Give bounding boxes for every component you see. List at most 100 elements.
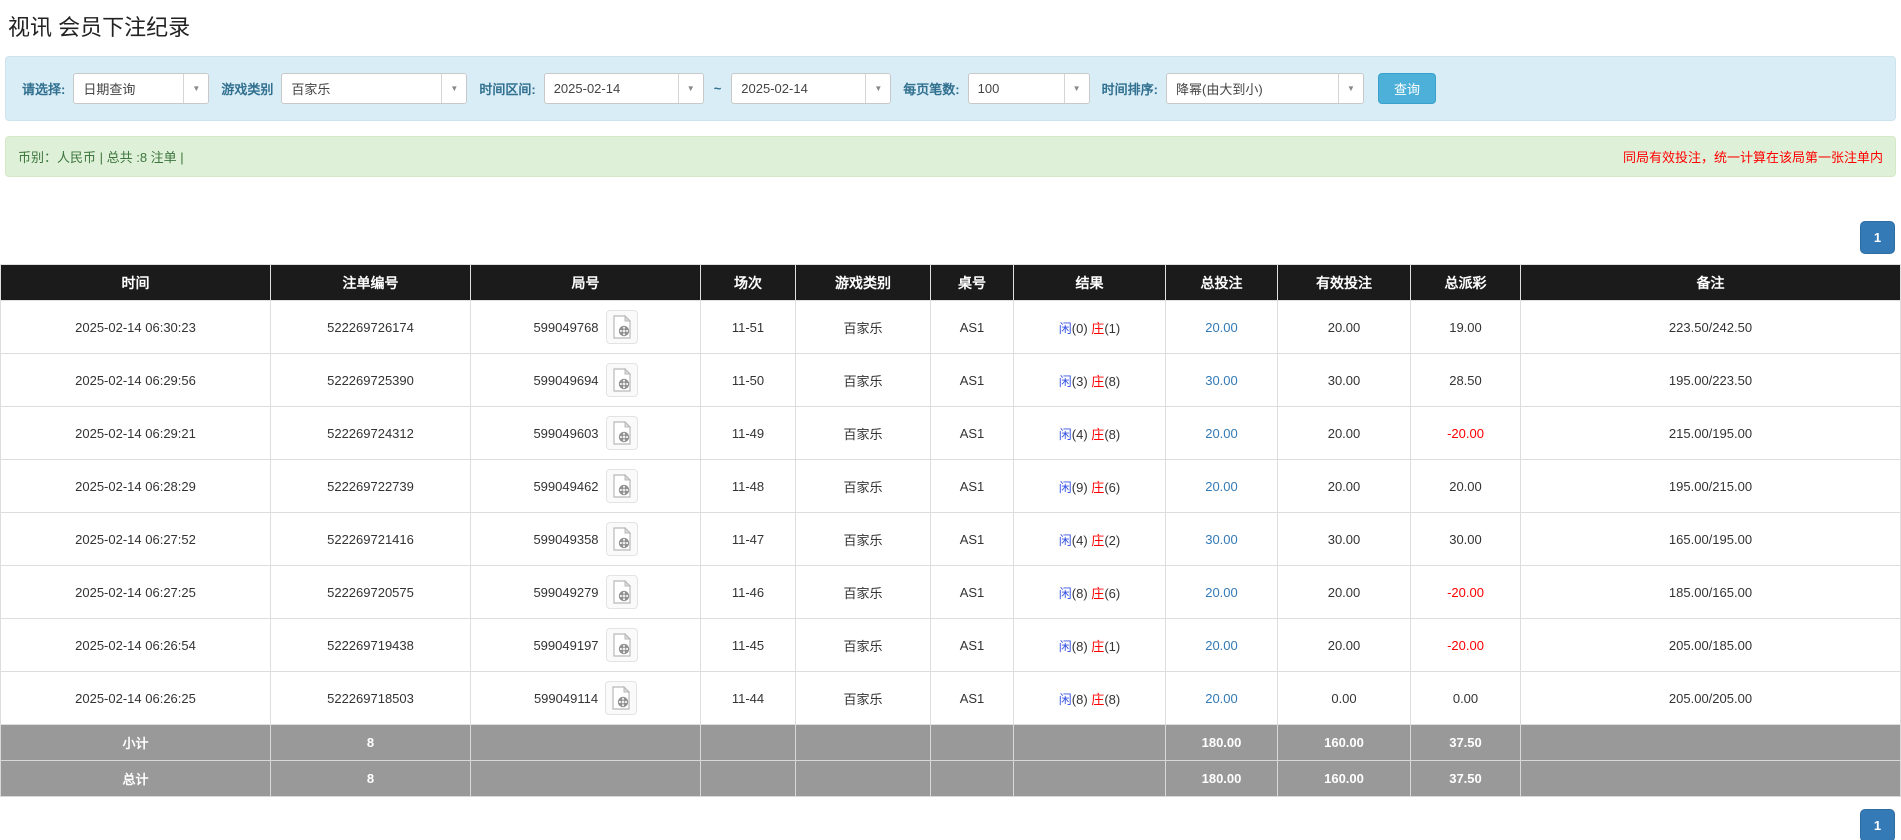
total-bet-link[interactable]: 20.00 [1205,691,1238,706]
video-replay-icon[interactable] [605,628,638,662]
bet-records-table: 时间 注单编号 局号 场次 游戏类别 桌号 结果 总投注 有效投注 总派彩 备注 2025-02-1… [0,264,1901,797]
page-1-button[interactable]: 1 [1860,221,1895,254]
chevron-down-icon[interactable]: ▼ [1063,74,1089,103]
cell-payout: 30.00 [1410,512,1521,566]
cell-result: 闲(4) 庄(2) [1013,512,1166,566]
footer-total-bet: 180.00 [1165,724,1278,761]
cell-session: 11-50 [700,353,796,407]
cell-round-id: 599049694 [470,353,701,407]
video-replay-icon[interactable] [605,681,638,715]
video-replay-icon[interactable] [605,310,638,344]
footer-valid-bet: 160.00 [1277,724,1411,761]
cell-valid-bet: 30.00 [1277,353,1411,407]
total-bet-link[interactable]: 20.00 [1205,426,1238,441]
cell-payout: -20.00 [1410,618,1521,672]
pagination-top: 1 [0,221,1895,254]
result-banker-count: (1) [1104,638,1121,654]
round-id-text: 599049768 [533,319,599,335]
chevron-down-icon[interactable]: ▼ [1337,74,1363,103]
result-banker-label: 庄 [1091,638,1105,654]
cell-total-bet: 20.00 [1165,671,1278,725]
cell-total-bet: 30.00 [1165,353,1278,407]
footer-payout: 37.50 [1410,760,1521,797]
cell-table-no: AS1 [930,671,1014,725]
cell-result: 闲(4) 庄(8) [1013,406,1166,460]
footer-empty-cell [470,760,701,797]
result-player-label: 闲 [1058,638,1072,654]
date-from-value: 2025-02-14 [553,81,621,96]
search-button[interactable]: 查询 [1377,73,1436,104]
cell-time: 2025-02-14 06:29:56 [0,353,271,407]
cell-payout: 19.00 [1410,300,1521,354]
round-id-text: 599049279 [533,584,599,600]
result-banker-label: 庄 [1091,320,1105,336]
cell-session: 11-44 [700,671,796,725]
page-size-select[interactable]: 100 ▼ [967,73,1090,104]
result-banker-count: (6) [1104,479,1121,495]
cell-round-id: 599049197 [470,618,701,672]
date-to-select[interactable]: 2025-02-14 ▼ [731,73,892,104]
film-document-icon [612,580,631,604]
cell-bet-id: 522269725390 [270,353,471,407]
cell-total-bet: 20.00 [1165,300,1278,354]
column-header: 总派彩 [1410,264,1521,301]
result-player-label: 闲 [1058,426,1072,442]
video-replay-icon[interactable] [605,522,638,556]
query-type-select[interactable]: 日期查询 ▼ [73,73,210,104]
cell-remark: 165.00/195.00 [1520,512,1901,566]
total-bet-link[interactable]: 20.00 [1205,638,1238,653]
cell-remark: 195.00/223.50 [1520,353,1901,407]
page-1-button[interactable]: 1 [1860,809,1895,840]
footer-count: 8 [270,760,471,797]
video-replay-icon[interactable] [605,363,638,397]
time-sort-value: 降幂(由大到小) [1175,82,1263,97]
round-id-wrap: 599049114 [534,681,638,715]
film-document-icon [612,633,631,657]
video-replay-icon[interactable] [605,416,638,450]
cell-game-category: 百家乐 [795,671,931,725]
cell-result: 闲(9) 庄(6) [1013,459,1166,513]
cell-result: 闲(8) 庄(1) [1013,618,1166,672]
cell-table-no: AS1 [930,300,1014,354]
footer-empty-cell [1013,724,1166,761]
cell-time: 2025-02-14 06:26:54 [0,618,271,672]
range-separator: ~ [713,81,722,96]
chevron-down-icon[interactable]: ▼ [183,74,209,103]
chevron-down-icon[interactable]: ▼ [677,74,703,103]
round-id-text: 599049197 [533,637,599,653]
cell-session: 11-45 [700,618,796,672]
round-id-wrap: 599049462 [533,469,638,503]
filter-panel: 请选择: 日期查询 ▼ 游戏类别 百家乐 ▼ 时间区间: 2025-02-14 … [5,56,1896,121]
film-document-icon [612,474,631,498]
total-bet-link[interactable]: 20.00 [1205,585,1238,600]
total-bet-link[interactable]: 30.00 [1205,373,1238,388]
result-banker-count: (2) [1104,532,1121,548]
total-bet-link[interactable]: 20.00 [1205,479,1238,494]
column-header: 场次 [700,264,796,301]
cell-time: 2025-02-14 06:27:52 [0,512,271,566]
cell-time: 2025-02-14 06:26:25 [0,671,271,725]
chevron-down-icon[interactable]: ▼ [865,74,891,103]
chevron-down-icon[interactable]: ▼ [441,74,467,103]
video-replay-icon[interactable] [605,575,638,609]
footer-label: 小计 [0,724,271,761]
result-player-label: 闲 [1058,479,1072,495]
game-category-select[interactable]: 百家乐 ▼ [281,73,468,104]
result-player-count: (8) [1071,585,1092,601]
round-id-text: 599049358 [533,531,599,547]
result-player-label: 闲 [1058,532,1072,548]
column-header: 注单编号 [270,264,471,301]
table-row: 2025-02-14 06:29:21 522269724312 599049603… [0,406,1901,460]
column-header: 备注 [1520,264,1901,301]
time-sort-select[interactable]: 降幂(由大到小) ▼ [1165,73,1364,104]
video-replay-icon[interactable] [605,469,638,503]
date-from-select[interactable]: 2025-02-14 ▼ [543,73,704,104]
cell-valid-bet: 20.00 [1277,406,1411,460]
summary-bar: 币别：人民币 | 总共 :8 注单 | 同局有效投注，统一计算在该局第一张注单内 [5,136,1896,177]
cell-time: 2025-02-14 06:29:21 [0,406,271,460]
cell-result: 闲(8) 庄(6) [1013,565,1166,619]
round-id-text: 599049462 [533,478,599,494]
result-player-label: 闲 [1058,585,1072,601]
total-bet-link[interactable]: 30.00 [1205,532,1238,547]
total-bet-link[interactable]: 20.00 [1205,320,1238,335]
